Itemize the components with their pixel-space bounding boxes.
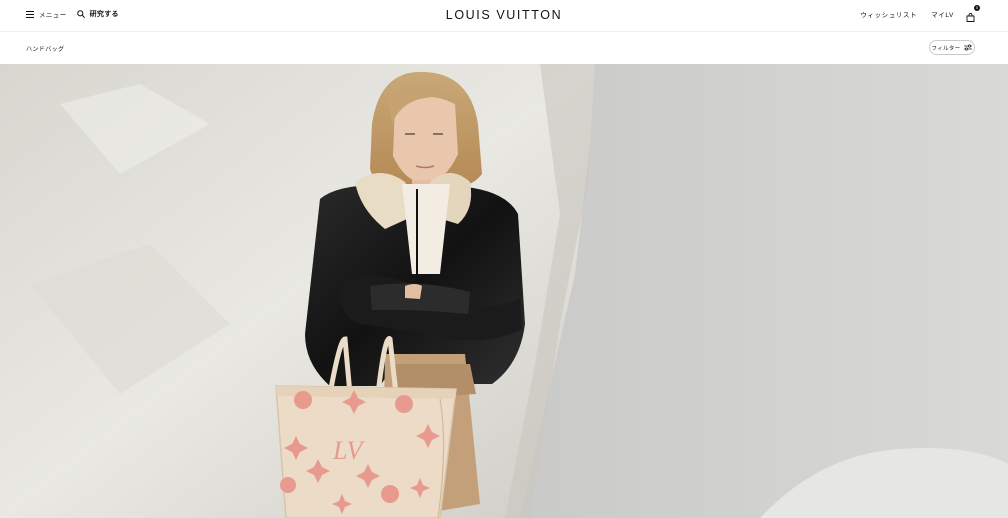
shopping-bag-button[interactable]: 0 [966,5,980,22]
filter-label: フィルター [931,45,961,52]
hero-photo-illustration: LV [0,64,1008,518]
filter-sliders-icon [964,44,973,51]
svg-text:LV: LV [332,436,365,465]
account-link[interactable]: マイLV [931,9,954,19]
bag-count-badge: 0 [974,5,980,11]
breadcrumb[interactable]: ハンドバッグ [26,44,64,53]
filter-button[interactable]: フィルター [929,40,975,55]
hero-image[interactable]: LV [0,64,1008,518]
site-header: メニュー 研究する LOUIS VUITTON ウィッシュリスト マイLV 0 [0,0,1008,30]
header-right: ウィッシュリスト マイLV 0 [846,5,980,22]
wishlist-link[interactable]: ウィッシュリスト [860,9,917,19]
shopping-bag-icon [966,13,975,22]
brand-logo[interactable]: LOUIS VUITTON [446,8,562,22]
category-bar: ハンドバッグ フィルター [0,32,1008,64]
